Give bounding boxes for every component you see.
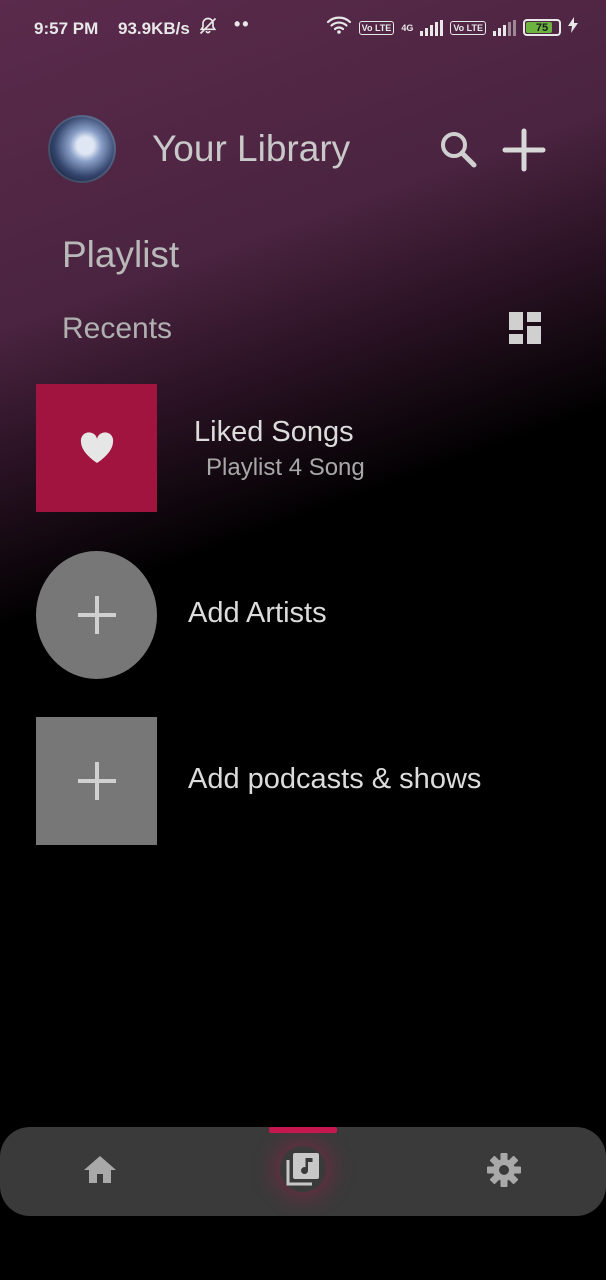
search-icon (441, 132, 477, 168)
list-item-add-podcasts[interactable]: Add podcasts & shows (36, 717, 576, 845)
signal-icon (420, 19, 444, 36)
home-icon (84, 1156, 116, 1183)
add-podcasts-thumbnail (36, 717, 157, 845)
page-title: Your Library (152, 128, 351, 169)
mute-icon (198, 16, 218, 42)
grid-view-icon (509, 312, 541, 344)
nav-home-button[interactable] (80, 1150, 120, 1190)
search-button[interactable] (436, 128, 480, 172)
liked-songs-title: Liked Songs (194, 416, 354, 448)
gear-icon (487, 1153, 521, 1187)
filter-playlist[interactable]: Playlist (62, 234, 179, 276)
add-button[interactable] (500, 126, 548, 174)
nav-settings-button[interactable] (484, 1150, 524, 1190)
volte-badge-2: Vo LTE (450, 20, 486, 35)
add-artists-thumbnail (36, 551, 157, 679)
more-notifications-icon: •• (234, 14, 251, 34)
wifi-icon (326, 16, 352, 39)
nav-library-button[interactable] (280, 1146, 326, 1192)
sort-recents[interactable]: Recents (62, 312, 172, 346)
view-toggle-button[interactable] (508, 311, 542, 345)
nav-active-indicator (269, 1127, 337, 1133)
status-time: 9:57 PM (34, 19, 99, 38)
heart-icon (80, 432, 113, 463)
status-bar: 9:57 PM 93.9KB/s •• Vo LTE 4G Vo LTE 75 (0, 0, 606, 60)
liked-songs-thumbnail (36, 384, 157, 512)
plus-icon (502, 128, 546, 172)
battery-icon: 75 (523, 19, 561, 36)
plus-icon (77, 762, 116, 800)
list-item-add-artists[interactable]: Add Artists (36, 551, 576, 679)
network-type: 4G (401, 22, 414, 33)
library-music-icon (286, 1153, 319, 1186)
liked-songs-subtitle: Playlist 4 Song (206, 454, 365, 481)
plus-icon (77, 596, 116, 634)
add-podcasts-label: Add podcasts & shows (188, 763, 482, 795)
signal-icon-2 (493, 19, 516, 36)
volte-badge-1: Vo LTE (358, 20, 395, 35)
avatar[interactable] (48, 115, 116, 183)
list-item-liked-songs[interactable]: Liked Songs Playlist 4 Song (36, 384, 576, 512)
status-right-group: Vo LTE 4G Vo LTE 75 (326, 16, 578, 39)
status-network-speed: 93.9KB/s (118, 19, 190, 38)
add-artists-label: Add Artists (188, 597, 327, 629)
charging-icon (568, 17, 578, 38)
battery-level: 75 (535, 21, 549, 34)
